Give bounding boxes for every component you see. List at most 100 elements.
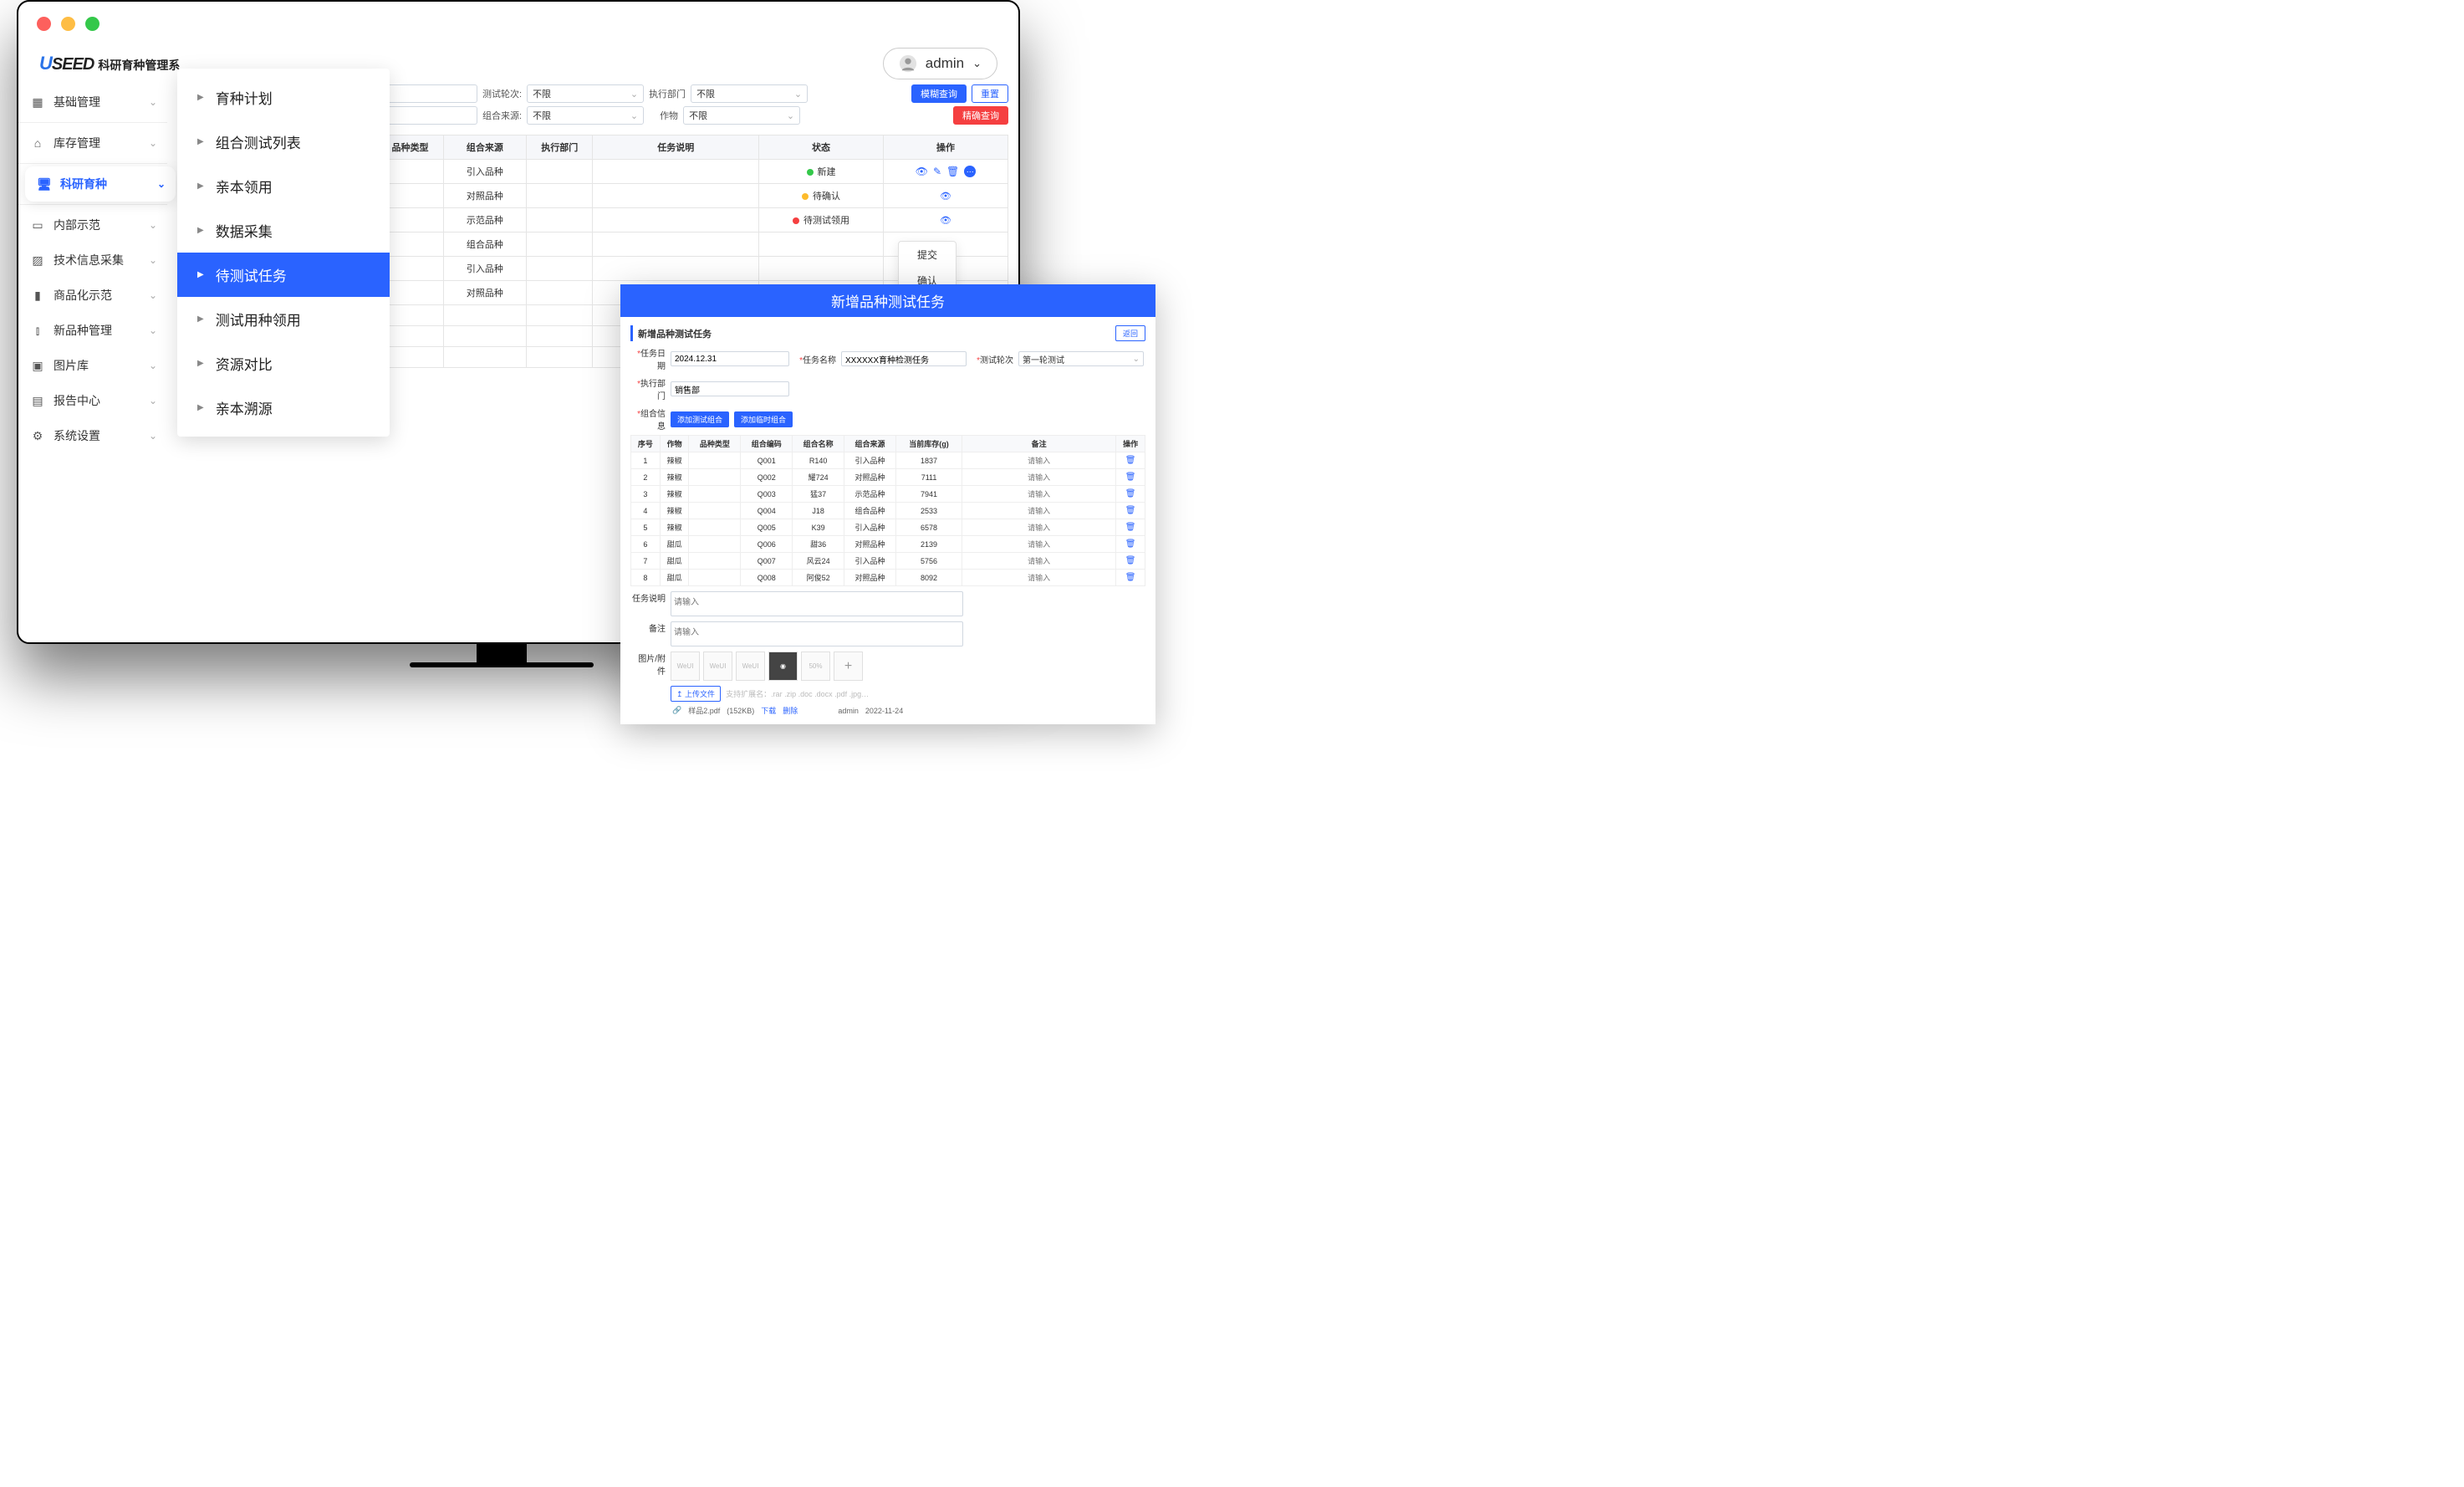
thumbnail[interactable]: WeUI xyxy=(736,652,765,681)
row-note-input[interactable] xyxy=(964,457,1114,465)
sidebar-item-label: 商品化示范 xyxy=(54,287,112,304)
user-name: admin xyxy=(926,55,964,72)
round-select[interactable]: 第一轮测试⌄ xyxy=(1018,351,1144,366)
add-combo-button[interactable]: 添加测试组合 xyxy=(671,411,729,427)
sidebar-item-5[interactable]: ▮商品化示范⌄ xyxy=(18,278,167,313)
submenu-item-2[interactable]: ▶亲本领用 xyxy=(177,164,390,208)
submenu-popover: ▶育种计划▶组合测试列表▶亲本领用▶数据采集▶待测试任务▶测试用种领用▶资源对比… xyxy=(177,69,390,437)
chevron-icon: ⌄ xyxy=(149,137,157,149)
user-menu[interactable]: admin ⌄ xyxy=(883,48,997,79)
row-note-input[interactable] xyxy=(964,473,1114,482)
filter-select[interactable]: 不限⌄ xyxy=(527,106,644,125)
delete-link[interactable]: 删除 xyxy=(783,705,798,716)
row-note-input[interactable] xyxy=(964,507,1114,515)
thumbnail[interactable]: 50% xyxy=(801,652,830,681)
submenu-item-4[interactable]: ▶待测试任务 xyxy=(177,253,390,297)
window-controls xyxy=(18,2,1018,39)
filter-label: 作物 xyxy=(649,109,678,122)
submenu-item-3[interactable]: ▶数据采集 xyxy=(177,208,390,253)
task-date-input[interactable] xyxy=(671,351,789,366)
sidebar-item-7[interactable]: ▣图片库⌄ xyxy=(18,348,167,383)
sidebar: ▦基础管理⌄⌂库存管理⌄🖥科研育种⌄▭内部示范⌄▨技术信息采集⌄▮商品化示范⌄⫾… xyxy=(18,84,167,453)
more-icon[interactable]: ⋯ xyxy=(964,166,976,177)
sidebar-item-9[interactable]: ⚙系统设置⌄ xyxy=(18,418,167,453)
desc-input[interactable] xyxy=(671,591,963,616)
submenu-item-0[interactable]: ▶育种计划 xyxy=(177,75,390,120)
download-link[interactable]: 下载 xyxy=(761,705,776,716)
view-icon[interactable]: 👁 xyxy=(940,216,951,226)
remark-input[interactable] xyxy=(671,621,963,646)
sidebar-item-4[interactable]: ▨技术信息采集⌄ xyxy=(18,243,167,278)
submenu-item-7[interactable]: ▶亲本溯源 xyxy=(177,386,390,430)
triangle-icon: ▶ xyxy=(197,226,204,235)
grid-icon: ▦ xyxy=(30,95,45,110)
sidebar-item-8[interactable]: ▤报告中心⌄ xyxy=(18,383,167,418)
date-label: 任务日期 xyxy=(640,350,666,371)
combo-row: 4辣椒Q004J18组合品种2533🗑 xyxy=(631,503,1145,519)
close-dot[interactable] xyxy=(37,17,51,31)
sidebar-item-label: 库存管理 xyxy=(54,135,100,151)
edit-icon[interactable]: ✎ xyxy=(933,166,941,177)
max-dot[interactable] xyxy=(85,17,99,31)
delete-icon[interactable]: 🗑 xyxy=(946,166,959,177)
min-dot[interactable] xyxy=(61,17,75,31)
user-icon xyxy=(899,54,917,73)
sidebar-item-0[interactable]: ▦基础管理⌄ xyxy=(18,84,167,120)
sidebar-item-3[interactable]: ▭内部示范⌄ xyxy=(18,207,167,243)
add-thumbnail[interactable]: + xyxy=(834,652,863,681)
delete-icon[interactable]: 🗑 xyxy=(1125,573,1136,582)
triangle-icon: ▶ xyxy=(197,181,204,191)
submenu-item-5[interactable]: ▶测试用种领用 xyxy=(177,297,390,341)
filter-select[interactable]: 不限⌄ xyxy=(683,106,800,125)
fuzzy-search-button[interactable]: 模糊查询 xyxy=(911,84,967,103)
triangle-icon: ▶ xyxy=(197,359,204,368)
doc-icon: ▤ xyxy=(30,394,45,408)
modal-section: 新增品种测试任务 xyxy=(638,327,712,340)
row-note-input[interactable] xyxy=(964,574,1114,582)
dept-input[interactable] xyxy=(671,381,789,396)
thumbnail[interactable]: WeUI xyxy=(703,652,732,681)
exact-search-button[interactable]: 精确查询 xyxy=(953,106,1008,125)
sidebar-item-2[interactable]: 🖥科研育种⌄ xyxy=(25,166,176,202)
reset-button[interactable]: 重置 xyxy=(972,84,1008,103)
triangle-icon: ▶ xyxy=(197,403,204,412)
delete-icon[interactable]: 🗑 xyxy=(1125,523,1136,532)
view-icon[interactable]: 👁 xyxy=(940,192,951,202)
view-icon[interactable]: 👁 xyxy=(916,166,928,177)
delete-icon[interactable]: 🗑 xyxy=(1125,473,1136,482)
sidebar-item-label: 系统设置 xyxy=(54,427,100,444)
row-note-input[interactable] xyxy=(964,557,1114,565)
thumbnail[interactable]: WeUI xyxy=(671,652,700,681)
submenu-item-6[interactable]: ▶资源对比 xyxy=(177,341,390,386)
triangle-icon: ▶ xyxy=(197,93,204,102)
row-note-input[interactable] xyxy=(964,490,1114,498)
delete-icon[interactable]: 🗑 xyxy=(1125,506,1136,515)
delete-icon[interactable]: 🗑 xyxy=(1125,489,1136,498)
delete-icon[interactable]: 🗑 xyxy=(1125,539,1136,549)
upload-button[interactable]: ↥ 上传文件 xyxy=(671,686,721,702)
thumbnail[interactable]: ◉ xyxy=(768,652,798,681)
row-note-input[interactable] xyxy=(964,524,1114,532)
filter-label: 执行部门 xyxy=(649,87,686,100)
file-size: (152KB) xyxy=(727,707,754,715)
task-name-input[interactable] xyxy=(841,351,967,366)
filter-label: 组合来源: xyxy=(482,109,522,122)
chevron-icon: ⌄ xyxy=(149,360,157,371)
delete-icon[interactable]: 🗑 xyxy=(1125,556,1136,565)
sidebar-item-6[interactable]: ⫾新品种管理⌄ xyxy=(18,313,167,348)
delete-icon[interactable]: 🗑 xyxy=(1125,456,1136,465)
modal-title: 新增品种测试任务 xyxy=(620,284,1155,317)
back-button[interactable]: 返回 xyxy=(1115,325,1145,341)
gear-icon: ⚙ xyxy=(30,429,45,443)
chevron-down-icon: ⌄ xyxy=(972,57,982,70)
filter-select[interactable]: 不限⌄ xyxy=(527,84,644,103)
table-header: 组合来源 xyxy=(443,135,526,160)
sidebar-item-1[interactable]: ⌂库存管理⌄ xyxy=(18,125,167,161)
chevron-icon: ⌄ xyxy=(149,254,157,266)
filter-select[interactable]: 不限⌄ xyxy=(691,84,808,103)
popup-action[interactable]: 提交 xyxy=(899,242,956,268)
add-temp-combo-button[interactable]: 添加临时组合 xyxy=(734,411,793,427)
row-note-input[interactable] xyxy=(964,540,1114,549)
submenu-item-1[interactable]: ▶组合测试列表 xyxy=(177,120,390,164)
monitor2-icon: ▭ xyxy=(30,218,45,233)
